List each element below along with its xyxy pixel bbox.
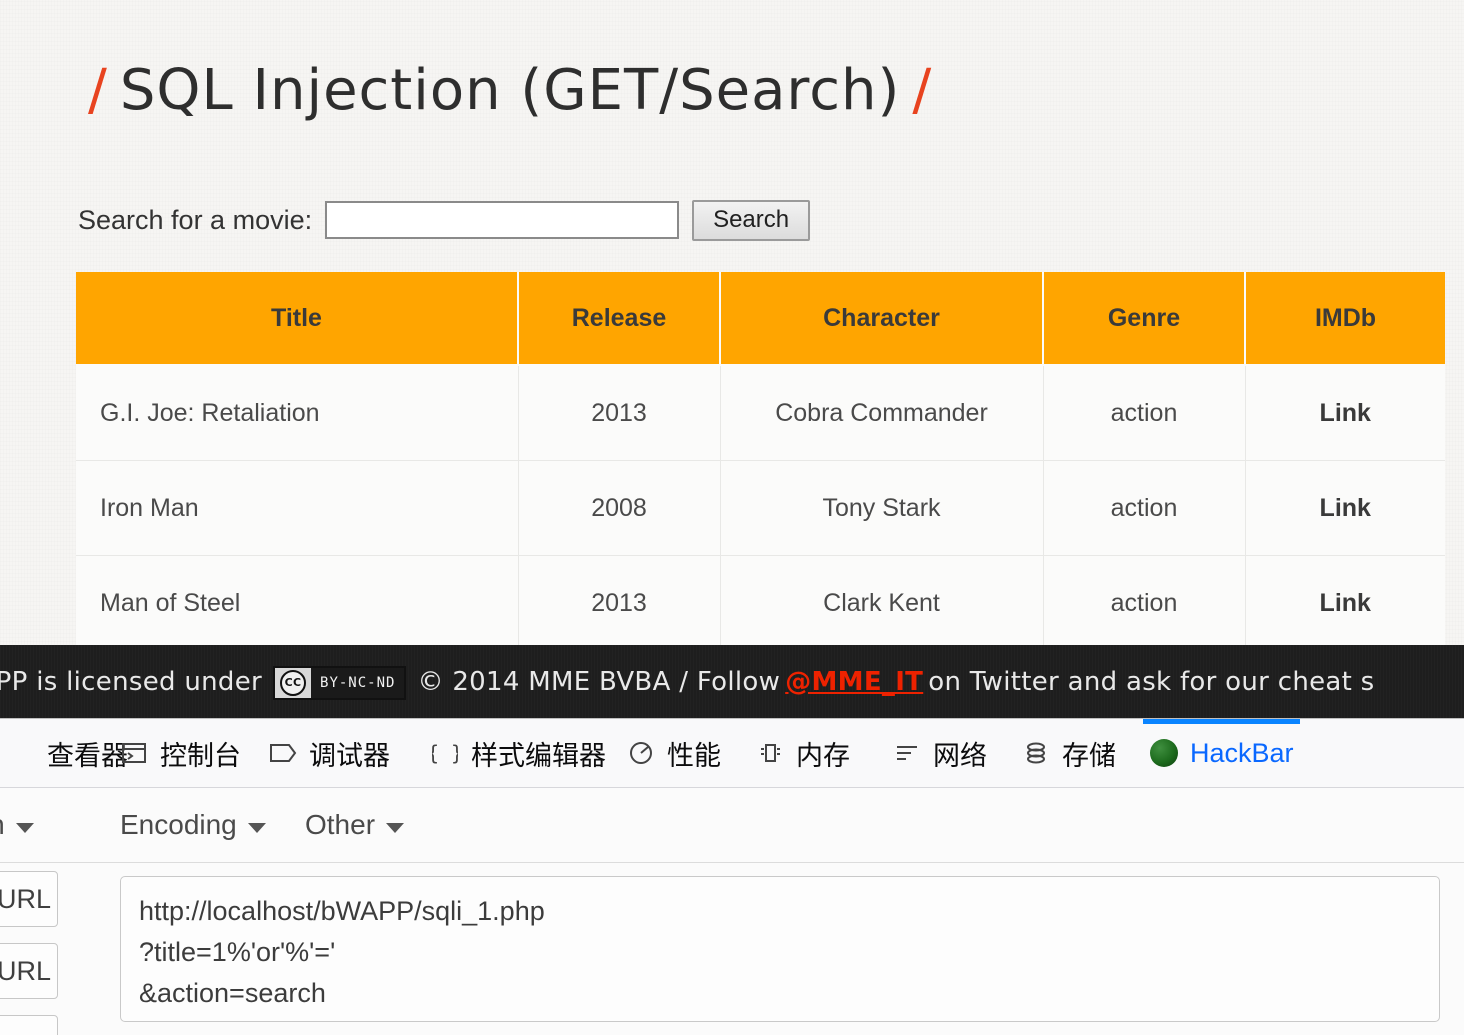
footer-text-tail: on Twitter and ask for our cheat s: [928, 666, 1375, 697]
cell-release: 2008: [518, 460, 721, 556]
cell-character: Tony Stark: [720, 460, 1044, 556]
cell-title: Iron Man: [76, 460, 519, 556]
memory-icon: [755, 738, 785, 768]
tab-style-editor[interactable]: { } 样式编辑器: [424, 719, 612, 787]
table-row: Man of Steel 2013 Clark Kent action Link: [76, 555, 1445, 651]
site-footer-bar: WAPP is licensed under CC BY-NC-ND © 201…: [0, 645, 1464, 718]
hackbar-icon: [1149, 738, 1179, 768]
cell-release: 2013: [518, 555, 721, 651]
cell-title: Man of Steel: [76, 555, 519, 651]
cell-character: Cobra Commander: [720, 365, 1044, 461]
tab-style-editor-label: 样式编辑器: [471, 740, 606, 771]
tab-memory[interactable]: 内存: [749, 719, 856, 787]
tab-storage[interactable]: 存储: [1015, 719, 1122, 787]
imdb-link[interactable]: Link: [1245, 365, 1445, 461]
cell-title: G.I. Joe: Retaliation: [76, 365, 519, 461]
svg-text:{ }: { }: [432, 741, 458, 765]
movie-search-form: Search for a movie: Search: [78, 198, 811, 242]
cell-character: Clark Kent: [720, 555, 1044, 651]
style-editor-icon: { }: [430, 738, 460, 768]
tab-debugger-label: 调试器: [309, 740, 390, 771]
column-header-imdb: IMDb: [1245, 272, 1445, 366]
hackbar-panel-body: ad URL it URL http://localhost/bWAPP/sql…: [0, 863, 1464, 1035]
table-header-row: Title Release Character Genre IMDb: [76, 272, 1445, 366]
search-label: Search for a movie:: [78, 204, 313, 235]
tab-storage-label: 存储: [1062, 740, 1116, 771]
footer-license-text: WAPP is licensed under CC BY-NC-ND © 201…: [0, 645, 1375, 718]
debugger-icon: [268, 738, 298, 768]
execute-button[interactable]: [0, 1015, 58, 1035]
hackbar-menu-sql-injection[interactable]: otion: [0, 788, 34, 862]
column-header-release: Release: [518, 272, 721, 366]
hackbar-menu-sql-injection-label: otion: [0, 809, 5, 841]
creative-commons-badge-icon: CC BY-NC-ND: [273, 665, 407, 700]
chevron-down-icon: [247, 823, 266, 833]
hackbar-menu-bar: otion Encoding Other: [0, 788, 1464, 863]
search-button[interactable]: Search: [692, 199, 811, 241]
tab-hackbar[interactable]: HackBar: [1143, 719, 1300, 787]
table-row: G.I. Joe: Retaliation 2013 Cobra Command…: [76, 365, 1445, 461]
devtools-tab-bar: 查看器 控制台 调试器 { } 样式编辑器 性能: [0, 719, 1464, 788]
twitter-handle-link[interactable]: @MME_IT: [785, 667, 923, 697]
hackbar-menu-encoding-label: Encoding: [120, 809, 237, 840]
title-slash-left: /: [88, 58, 108, 123]
cc-terms-label: BY-NC-ND: [311, 667, 405, 698]
footer-text-after: © 2014 MME BVBA / Follow: [417, 666, 781, 697]
imdb-link[interactable]: Link: [1245, 460, 1445, 556]
tab-console-label: 控制台: [160, 740, 241, 771]
hackbar-menu-other-label: Other: [305, 809, 376, 840]
title-slash-right: /: [912, 58, 933, 123]
movies-results-table: Title Release Character Genre IMDb G.I. …: [76, 272, 1445, 651]
search-input[interactable]: [325, 201, 680, 239]
chevron-down-icon: [386, 823, 405, 833]
column-header-character: Character: [720, 272, 1044, 366]
page-title-text: SQL Injection (GET/Search): [119, 58, 901, 123]
browser-page-content: / SQL Injection (GET/Search) / Search for …: [0, 0, 1464, 718]
tab-debugger[interactable]: 调试器: [262, 719, 396, 787]
tab-console[interactable]: 控制台: [113, 719, 247, 787]
cell-genre: action: [1043, 555, 1246, 651]
page-title: / SQL Injection (GET/Search) /: [76, 58, 944, 123]
performance-icon: [626, 738, 656, 768]
cell-release: 2013: [518, 365, 721, 461]
storage-icon: [1021, 738, 1051, 768]
tab-network[interactable]: 网络: [886, 719, 993, 787]
load-url-button[interactable]: ad URL: [0, 871, 58, 927]
cc-circle-icon: CC: [275, 667, 312, 698]
column-header-genre: Genre: [1043, 272, 1246, 366]
footer-text-before: WAPP is licensed under: [0, 666, 263, 697]
tab-performance[interactable]: 性能: [620, 719, 727, 787]
tab-performance-label: 性能: [667, 740, 721, 771]
split-url-button[interactable]: it URL: [0, 943, 58, 999]
hackbar-menu-encoding[interactable]: Encoding: [120, 788, 266, 862]
cell-genre: action: [1043, 365, 1246, 461]
devtools-panel: 查看器 控制台 调试器 { } 样式编辑器 性能: [0, 718, 1464, 1035]
imdb-link[interactable]: Link: [1245, 555, 1445, 651]
tab-memory-label: 内存: [796, 740, 850, 771]
tab-network-label: 网络: [933, 740, 987, 771]
column-header-title: Title: [76, 272, 519, 366]
table-row: Iron Man 2008 Tony Stark action Link: [76, 460, 1445, 556]
network-icon: [892, 738, 922, 768]
tab-hackbar-label: HackBar: [1190, 737, 1294, 768]
active-tab-indicator: [1143, 719, 1300, 724]
cell-genre: action: [1043, 460, 1246, 556]
url-textarea[interactable]: http://localhost/bWAPP/sqli_1.php ?title…: [120, 876, 1440, 1022]
inspector-icon: [6, 738, 36, 768]
chevron-down-icon: [15, 823, 34, 833]
console-icon: [119, 738, 149, 768]
hackbar-menu-other[interactable]: Other: [305, 788, 405, 862]
